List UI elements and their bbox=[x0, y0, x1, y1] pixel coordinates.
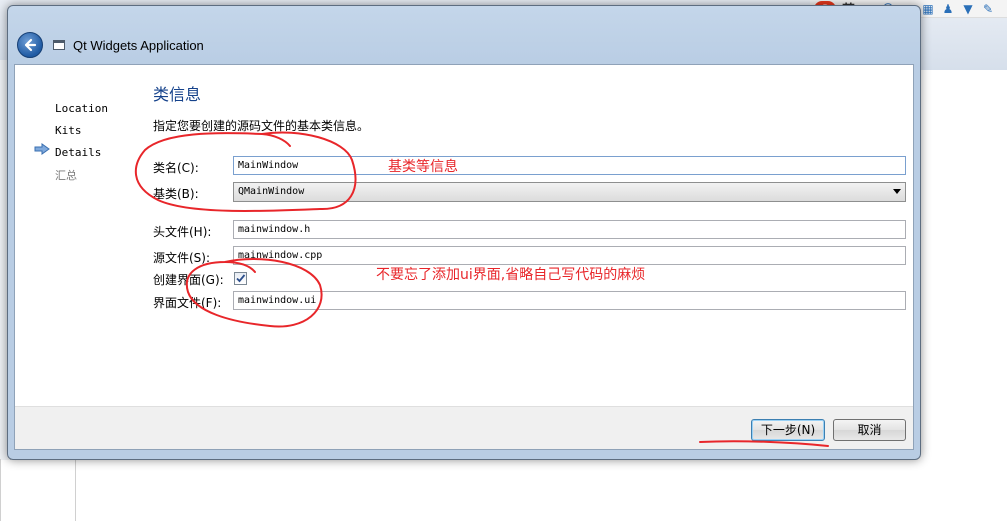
current-step-arrow-icon bbox=[34, 143, 50, 155]
header-file-input[interactable]: mainwindow.h bbox=[233, 220, 906, 239]
base-class-select[interactable]: QMainWindow bbox=[233, 182, 906, 202]
back-arrow-icon bbox=[24, 38, 37, 52]
source-file-input[interactable]: mainwindow.cpp bbox=[233, 246, 906, 265]
divider bbox=[0, 459, 1, 521]
wizard-client-area: Location Kits Details 汇总 类信息 指定您要创建的源码文件… bbox=[14, 64, 914, 450]
generate-form-checkbox[interactable] bbox=[234, 272, 247, 285]
shirt-icon[interactable]: ▼ bbox=[961, 2, 975, 16]
cancel-button[interactable]: 取消 bbox=[833, 419, 906, 441]
next-button[interactable]: 下一步(N) bbox=[751, 419, 825, 441]
wizard-footer: 下一步(N) 取消 bbox=[15, 406, 913, 449]
back-button[interactable] bbox=[17, 32, 43, 58]
checkmark-icon bbox=[236, 274, 246, 283]
annotation-ui-note: 不要忘了添加ui界面,省略自己写代码的麻烦 bbox=[376, 267, 646, 283]
base-class-value: QMainWindow bbox=[238, 186, 305, 197]
generate-form-label: 创建界面(G): bbox=[153, 273, 224, 287]
form-file-label: 界面文件(F): bbox=[153, 296, 222, 310]
step-details: Details bbox=[55, 146, 102, 159]
annotation-base-class-note: 基类等信息 bbox=[388, 159, 458, 175]
step-summary: 汇总 bbox=[55, 169, 77, 182]
class-name-input[interactable]: MainWindow bbox=[233, 156, 906, 175]
header-file-label: 头文件(H): bbox=[153, 225, 212, 239]
source-file-label: 源文件(S): bbox=[153, 251, 211, 265]
page-title: 类信息 bbox=[153, 85, 202, 104]
page-description: 指定您要创建的源码文件的基本类信息。 bbox=[153, 119, 370, 133]
divider bbox=[75, 459, 76, 521]
step-kits: Kits bbox=[55, 124, 82, 137]
window-title: Qt Widgets Application bbox=[73, 38, 204, 53]
keyboard-icon[interactable]: ▦ bbox=[921, 2, 935, 16]
chevron-down-icon bbox=[893, 189, 901, 194]
new-project-wizard-window: Qt Widgets Application Location Kits Det… bbox=[7, 5, 921, 460]
tools-icon[interactable]: ✎ bbox=[981, 2, 995, 16]
form-file-input[interactable]: mainwindow.ui bbox=[233, 291, 906, 310]
step-location: Location bbox=[55, 102, 108, 115]
user-icon[interactable]: ♟ bbox=[941, 2, 955, 16]
application-window-icon bbox=[53, 40, 65, 50]
class-name-label: 类名(C): bbox=[153, 161, 199, 175]
base-class-label: 基类(B): bbox=[153, 187, 199, 201]
